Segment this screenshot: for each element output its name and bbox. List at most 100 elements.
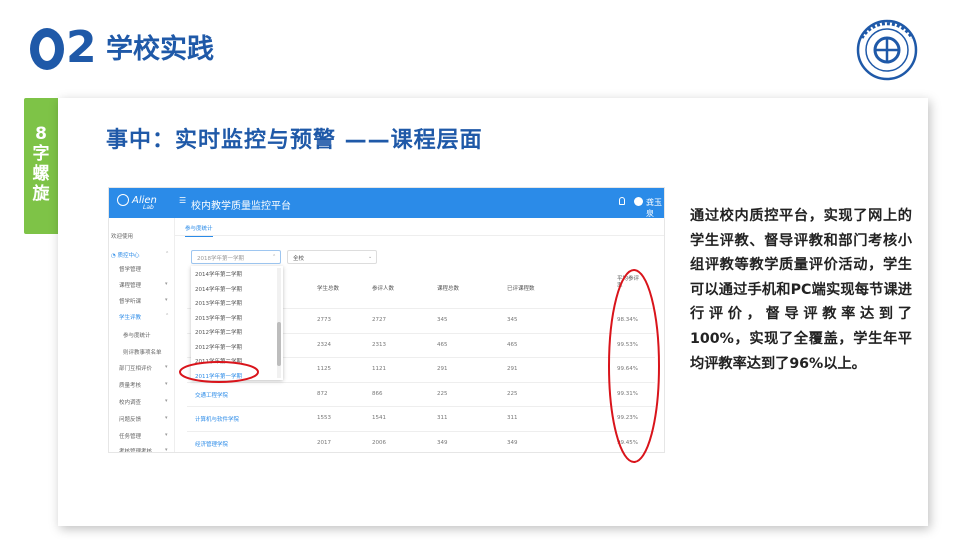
sidebar-item[interactable]: 督学听课	[119, 297, 141, 305]
term-select-placeholder: 2018学年第一学期	[197, 256, 244, 262]
college-link[interactable]: 经济管理学院	[195, 440, 228, 448]
table-cell-courses: 465	[437, 341, 448, 348]
table-cell-students: 2773	[317, 317, 331, 323]
college-link[interactable]: 计算机与软件学院	[195, 415, 239, 423]
sidebar-item[interactable]: 参与度统计	[123, 331, 151, 339]
table-cell-rate: 99.31%	[617, 390, 638, 397]
table-cell-courses: 311	[437, 415, 448, 422]
college-select[interactable]: 全校 ⌄	[287, 250, 377, 264]
table-row: 计算机与软件学院 1553 1541 311 311 99.23%	[187, 406, 655, 430]
description-text: 通过校内质控平台，实现了网上的学生评教、督导评教和部门考核小组评教等教学质量评价…	[690, 208, 912, 372]
sidebar-item[interactable]: 任务管理	[119, 432, 141, 440]
table-header: 学生总数	[317, 286, 340, 292]
side-tab-text: 8字螺旋	[24, 124, 58, 204]
chevron-down-icon: ▾	[165, 415, 168, 421]
section-title: 学校实践	[106, 34, 214, 65]
side-tab: 8字螺旋	[24, 98, 58, 234]
sidebar-item[interactable]: 部门互相评价	[119, 364, 152, 372]
table-cell-rate: 99.64%	[617, 366, 638, 373]
bell-icon[interactable]	[619, 197, 625, 205]
app-title: 校内教学质量监控平台	[191, 201, 291, 212]
table-cell-participants: 866	[372, 390, 383, 397]
table-cell-students: 1553	[317, 415, 331, 422]
chevron-down-icon: ▾	[165, 381, 168, 387]
app-sidebar: 欢迎使用 ◔ 质控中心 ⌃ 督学管理 课程管理 ▾ 督学听课 ▾ 学生评教 ⌃ 参与度统计 则评教事项…	[109, 218, 175, 453]
sidebar-item[interactable]: 学生评教	[119, 313, 141, 321]
table-cell-evaluated: 311	[507, 415, 518, 422]
tab-divider	[175, 235, 664, 236]
term-option[interactable]: 2012学年第二学期	[195, 328, 242, 336]
section-number-zero-glyph	[30, 28, 64, 70]
sidebar-item[interactable]: ◔ 质控中心	[111, 251, 140, 259]
table-cell-students: 2017	[317, 440, 331, 446]
table-cell-courses: 225	[437, 390, 448, 397]
table-cell-evaluated: 225	[507, 390, 518, 397]
table-cell-rate: 99.45%	[617, 440, 638, 446]
term-dropdown: 2014学年第二学期 2014学年第一学期 2013学年第二学期 2013学年第一学期…	[191, 266, 283, 380]
sidebar-item[interactable]: 课程管理	[119, 281, 141, 289]
table-cell-courses: 291	[437, 366, 448, 373]
avatar[interactable]	[634, 197, 643, 206]
table-header: 平均参评率	[617, 276, 640, 289]
table-row: 交通工程学院 872 866 225 225 99.31%	[187, 381, 655, 406]
sidebar-item[interactable]: 校内调查	[119, 398, 141, 406]
table-cell-participants: 2313	[372, 341, 386, 348]
table-cell-students: 1125	[317, 366, 331, 373]
chevron-down-icon: ⌄	[368, 254, 373, 260]
table-header: 参评人数	[372, 286, 395, 292]
table-cell-evaluated: 349	[507, 440, 518, 446]
table-cell-courses: 345	[437, 317, 448, 323]
term-option[interactable]: 2013学年第二学期	[195, 299, 242, 307]
card-title: 事中：实时监控与预警 ——课程层面	[106, 128, 483, 153]
embedded-app-screenshot: Alien Lab ☰ 校内教学质量监控平台 龚玉泉 欢迎使用 ◔ 质控中心 ⌃ 督学管…	[108, 187, 665, 453]
dropdown-scrollbar[interactable]	[277, 268, 281, 378]
college-select-value: 全校	[293, 256, 305, 262]
table-header: 已评课程数	[507, 286, 535, 292]
term-option[interactable]: 2013学年第一学期	[195, 314, 242, 322]
chevron-up-icon: ⌃	[165, 313, 170, 319]
sidebar-item[interactable]: 欢迎使用	[111, 232, 133, 240]
term-option[interactable]: 2014学年第一学期	[195, 285, 242, 293]
app-topbar: Alien Lab ☰ 校内教学质量监控平台 龚玉泉	[109, 188, 664, 219]
table-cell-students: 872	[317, 390, 328, 397]
table-header: 课程总数	[437, 286, 460, 292]
slide: 2 学校实践 8字螺旋 事中：实时监控与预警 ——课程层面 Alien Lab ☰…	[0, 0, 960, 540]
table-cell-participants: 2727	[372, 317, 386, 323]
term-option[interactable]: 2011学年第一学期	[195, 372, 242, 380]
table-cell-evaluated: 345	[507, 317, 518, 323]
table-cell-evaluated: 291	[507, 366, 518, 373]
menu-icon[interactable]: ☰	[179, 197, 187, 205]
table-cell-rate: 99.53%	[617, 341, 638, 348]
sidebar-item[interactable]: 则评教事项名单	[123, 348, 162, 356]
term-option[interactable]: 2014学年第二学期	[195, 270, 242, 278]
chevron-down-icon: ▾	[165, 297, 168, 303]
table-cell-rate: 98.34%	[617, 317, 638, 323]
chevron-down-icon: ▾	[165, 398, 168, 404]
table-cell-participants: 1121	[372, 366, 386, 373]
table-cell-students: 2324	[317, 341, 331, 348]
app-logo-icon	[117, 194, 129, 206]
app-logo: Alien Lab	[117, 194, 157, 211]
section-number: 2	[30, 22, 97, 73]
table-cell-participants: 1541	[372, 415, 386, 422]
table-cell-courses: 349	[437, 440, 448, 446]
sidebar-item[interactable]: 质量考核	[119, 381, 141, 389]
side-tab-label: 8字螺旋	[32, 124, 50, 204]
table-cell-evaluated: 465	[507, 341, 518, 348]
term-select[interactable]: 2018学年第一学期 ⌃	[191, 250, 281, 264]
table-cell-rate: 99.23%	[617, 415, 638, 422]
table-cell-participants: 2006	[372, 440, 386, 446]
chevron-down-icon: ▾	[165, 447, 168, 453]
dropdown-scrollbar-thumb[interactable]	[277, 322, 281, 366]
sidebar-item[interactable]: 考核管理考核	[119, 447, 152, 452]
term-option[interactable]: 2012学年第一学期	[195, 343, 242, 351]
chevron-down-icon: ▾	[165, 364, 168, 370]
sidebar-item[interactable]: 问题反馈	[119, 415, 141, 423]
chevron-down-icon: ▾	[165, 281, 168, 287]
user-name[interactable]: 龚玉泉	[646, 197, 664, 219]
sidebar-item[interactable]: 督学管理	[119, 265, 141, 273]
section-number-digit: 2	[66, 22, 97, 73]
table-row: 经济管理学院 2017 2006 349 349 99.45%	[187, 431, 655, 452]
college-link[interactable]: 交通工程学院	[195, 391, 228, 399]
term-option[interactable]: 2011学年第二学期	[195, 357, 242, 365]
